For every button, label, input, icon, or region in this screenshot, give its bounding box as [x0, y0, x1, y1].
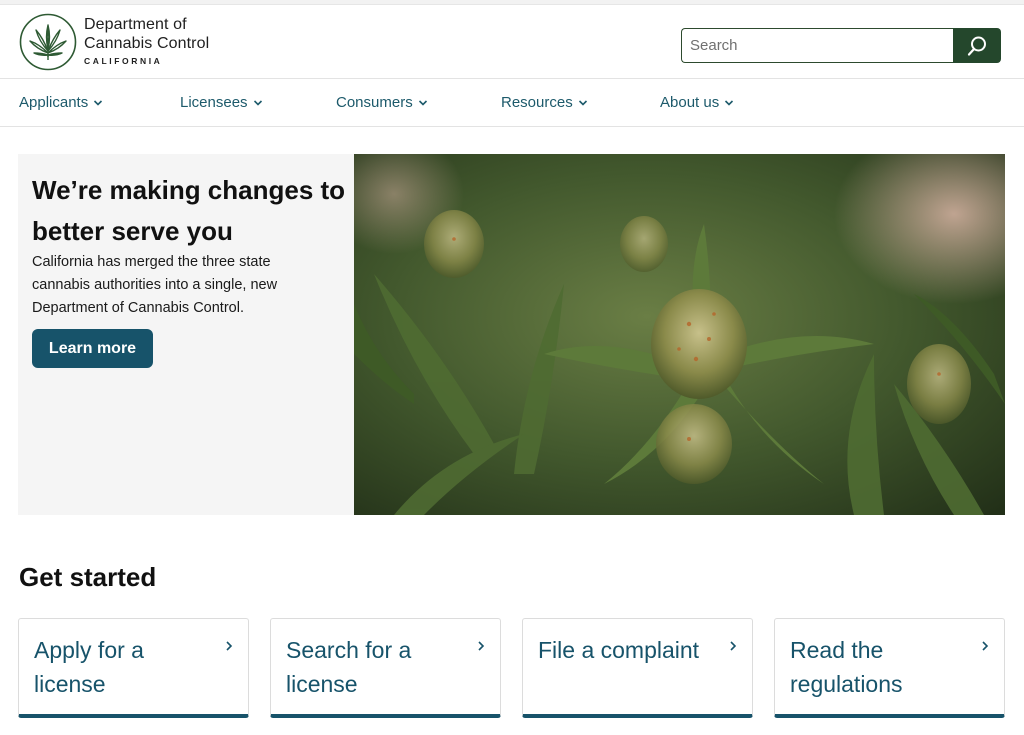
nav-item-label: Applicants: [19, 94, 89, 111]
search-button[interactable]: [953, 28, 1001, 63]
nav-item-licensees[interactable]: Licensees: [180, 94, 263, 111]
chevron-right-icon: [980, 639, 990, 653]
search-icon: [966, 35, 988, 57]
main-nav: Applicants Licensees Consumers Resources…: [0, 80, 1024, 127]
hero-body: California has merged the three state ca…: [32, 254, 278, 316]
nav-item-about-us[interactable]: About us: [660, 94, 734, 111]
card-label: Search for a license: [286, 637, 412, 697]
get-started-heading: Get started: [19, 562, 157, 592]
search-input[interactable]: [681, 28, 954, 63]
nav-item-consumers[interactable]: Consumers: [336, 94, 428, 111]
site-header: Department of Cannabis Control CALIFORNI…: [0, 5, 1024, 79]
hero-text-panel: We’re making changes to better serve you…: [18, 154, 354, 515]
chevron-right-icon: [224, 639, 234, 653]
chevron-right-icon: [476, 639, 486, 653]
brand-line-2: Cannabis Control: [84, 35, 210, 52]
chevron-down-icon: [724, 98, 734, 108]
nav-item-label: Consumers: [336, 94, 413, 111]
brand-subtitle: CALIFORNIA: [84, 56, 163, 66]
cannabis-leaf-icon[interactable]: [19, 13, 77, 71]
hero-image: [354, 154, 1005, 515]
card-label: Read the regulations: [790, 637, 903, 697]
nav-item-resources[interactable]: Resources: [501, 94, 588, 111]
chevron-down-icon: [578, 98, 588, 108]
chevron-down-icon: [93, 98, 103, 108]
card-apply-for-license[interactable]: Apply for a license: [18, 618, 249, 718]
hero-banner: We’re making changes to better serve you…: [18, 154, 1005, 515]
card-label: File a complaint: [538, 637, 700, 663]
brand-line-1: Department of: [84, 16, 187, 33]
chevron-down-icon: [418, 98, 428, 108]
chevron-right-icon: [728, 639, 738, 653]
hero-title: We’re making changes to better serve you: [32, 175, 346, 246]
nav-item-label: Licensees: [180, 94, 248, 111]
card-search-for-license[interactable]: Search for a license: [270, 618, 501, 718]
nav-item-label: About us: [660, 94, 720, 111]
card-read-regulations[interactable]: Read the regulations: [774, 618, 1005, 718]
card-label: Apply for a license: [34, 637, 144, 697]
nav-item-applicants[interactable]: Applicants: [19, 94, 103, 111]
card-file-complaint[interactable]: File a complaint: [522, 618, 753, 718]
chevron-down-icon: [253, 98, 263, 108]
learn-more-button[interactable]: Learn more: [32, 329, 153, 368]
brand-name[interactable]: Department of Cannabis Control CALIFORNI…: [84, 15, 209, 66]
search-bar: [681, 28, 1001, 63]
nav-item-label: Resources: [501, 94, 573, 111]
